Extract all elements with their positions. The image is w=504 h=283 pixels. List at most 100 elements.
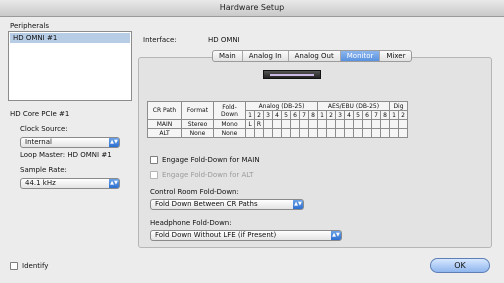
- row-alt-analog-2[interactable]: [254, 128, 264, 138]
- cr-fold-select[interactable]: Fold Down Between CR Paths ▲▼: [150, 199, 304, 210]
- row-main-analog-8[interactable]: [308, 119, 318, 129]
- aes-channel-6: 6: [362, 110, 372, 120]
- analog-channel-1: 1: [245, 110, 255, 120]
- analog-channel-4: 4: [272, 110, 282, 120]
- row-main-path: MAIN: [147, 119, 182, 129]
- tab-bar: Main Analog In Analog Out Monitor Mixer: [212, 50, 413, 62]
- header-dig: Dig: [389, 101, 408, 111]
- analog-channel-5: 5: [281, 110, 291, 120]
- header-analog: Analog (DB-25): [245, 101, 318, 111]
- table-row: MAIN Stereo Mono L R: [147, 119, 408, 129]
- row-main-aes-8[interactable]: [380, 119, 390, 129]
- tab-main[interactable]: Main: [213, 51, 243, 61]
- cr-fold-value: Fold Down Between CR Paths: [155, 200, 258, 208]
- core-label: HD Core PCIe #1: [10, 110, 70, 118]
- header-format: Format: [181, 101, 214, 120]
- row-main-aes-1[interactable]: [317, 119, 327, 129]
- analog-channel-3: 3: [263, 110, 273, 120]
- row-alt-aes-1[interactable]: [317, 128, 327, 138]
- row-alt-aes-6[interactable]: [362, 128, 372, 138]
- hp-fold-select[interactable]: Fold Down Without LFE (if Present) ▲▼: [150, 230, 342, 241]
- identify-label: Identify: [22, 262, 49, 270]
- tab-mixer[interactable]: Mixer: [380, 51, 411, 61]
- row-main-aes-2[interactable]: [326, 119, 336, 129]
- window-title: Hardware Setup: [219, 3, 285, 12]
- select-arrows-icon: ▲▼: [293, 200, 303, 209]
- row-alt-format[interactable]: None: [181, 128, 214, 138]
- clock-source-value: Internal: [25, 138, 52, 146]
- row-main-fold[interactable]: Mono: [213, 119, 246, 129]
- row-alt-analog-1[interactable]: [245, 128, 255, 138]
- peripherals-list[interactable]: HD OMNI #1: [8, 31, 132, 101]
- row-alt-aes-7[interactable]: [371, 128, 381, 138]
- peripherals-label: Peripherals: [10, 22, 50, 30]
- loop-master-text: Loop Master: HD OMNI #1: [20, 151, 112, 159]
- row-alt-path: ALT: [147, 128, 182, 138]
- row-main-aes-4[interactable]: [344, 119, 354, 129]
- analog-channel-7: 7: [299, 110, 309, 120]
- sample-rate-value: 44.1 kHz: [25, 179, 56, 187]
- analog-channel-8: 8: [308, 110, 318, 120]
- row-alt-analog-5[interactable]: [281, 128, 291, 138]
- row-main-analog-5[interactable]: [281, 119, 291, 129]
- engage-alt-checkbox[interactable]: [150, 171, 158, 179]
- row-alt-aes-8[interactable]: [380, 128, 390, 138]
- row-main-analog-7[interactable]: [299, 119, 309, 129]
- row-alt-aes-4[interactable]: [344, 128, 354, 138]
- engage-main-checkbox[interactable]: [150, 156, 158, 164]
- aes-channel-1: 1: [317, 110, 327, 120]
- tab-monitor[interactable]: Monitor: [340, 51, 381, 61]
- peripheral-item-hd-omni[interactable]: HD OMNI #1: [10, 33, 130, 43]
- row-main-analog-6[interactable]: [290, 119, 300, 129]
- row-alt-dig-2[interactable]: [398, 128, 408, 138]
- tab-analog-in[interactable]: Analog In: [243, 51, 289, 61]
- row-main-analog-1[interactable]: L: [245, 119, 255, 129]
- analog-channel-2: 2: [254, 110, 264, 120]
- row-alt-analog-4[interactable]: [272, 128, 282, 138]
- clock-source-select[interactable]: Internal ▲▼: [20, 137, 120, 148]
- aes-channel-2: 2: [326, 110, 336, 120]
- aes-channel-8: 8: [380, 110, 390, 120]
- row-alt-analog-8[interactable]: [308, 128, 318, 138]
- sample-rate-label: Sample Rate:: [20, 166, 67, 174]
- aes-channel-3: 3: [335, 110, 345, 120]
- row-alt-analog-3[interactable]: [263, 128, 273, 138]
- engage-main-label: Engage Fold-Down for MAIN: [162, 156, 260, 164]
- tab-analog-out[interactable]: Analog Out: [289, 51, 341, 61]
- cr-fold-label: Control Room Fold-Down:: [150, 188, 239, 196]
- row-alt-aes-5[interactable]: [353, 128, 363, 138]
- select-arrows-icon: ▲▼: [331, 231, 341, 240]
- row-alt-dig-1[interactable]: [389, 128, 399, 138]
- sample-rate-select[interactable]: 44.1 kHz ▲▼: [20, 178, 120, 189]
- aes-channel-4: 4: [344, 110, 354, 120]
- device-image: [263, 70, 321, 79]
- row-main-analog-4[interactable]: [272, 119, 282, 129]
- ok-button[interactable]: OK: [430, 258, 490, 273]
- row-main-aes-3[interactable]: [335, 119, 345, 129]
- row-alt-analog-6[interactable]: [290, 128, 300, 138]
- row-alt-analog-7[interactable]: [299, 128, 309, 138]
- row-main-aes-5[interactable]: [353, 119, 363, 129]
- hp-fold-label: Headphone Fold-Down:: [150, 219, 232, 227]
- dig-channel-2: 2: [398, 110, 408, 120]
- select-arrows-icon: ▲▼: [109, 179, 119, 188]
- row-alt-fold[interactable]: None: [213, 128, 246, 138]
- row-main-dig-2[interactable]: [398, 119, 408, 129]
- select-arrows-icon: ▲▼: [109, 138, 119, 147]
- row-main-aes-6[interactable]: [362, 119, 372, 129]
- header-fold-down: Fold-Down: [213, 101, 246, 120]
- row-main-analog-3[interactable]: [263, 119, 273, 129]
- title-bar: Hardware Setup: [0, 0, 504, 17]
- row-main-aes-7[interactable]: [371, 119, 381, 129]
- identify-checkbox[interactable]: [10, 262, 18, 270]
- row-main-analog-2[interactable]: R: [254, 119, 264, 129]
- row-alt-aes-3[interactable]: [335, 128, 345, 138]
- row-main-format[interactable]: Stereo: [181, 119, 214, 129]
- table-row: ALT None None: [147, 128, 408, 138]
- engage-alt-label: Engage Fold-Down for ALT: [162, 171, 254, 179]
- interface-label: Interface:: [143, 36, 177, 44]
- row-main-dig-1[interactable]: [389, 119, 399, 129]
- row-alt-aes-2[interactable]: [326, 128, 336, 138]
- header-cr-path: CR Path: [147, 101, 182, 120]
- hp-fold-value: Fold Down Without LFE (if Present): [155, 231, 277, 239]
